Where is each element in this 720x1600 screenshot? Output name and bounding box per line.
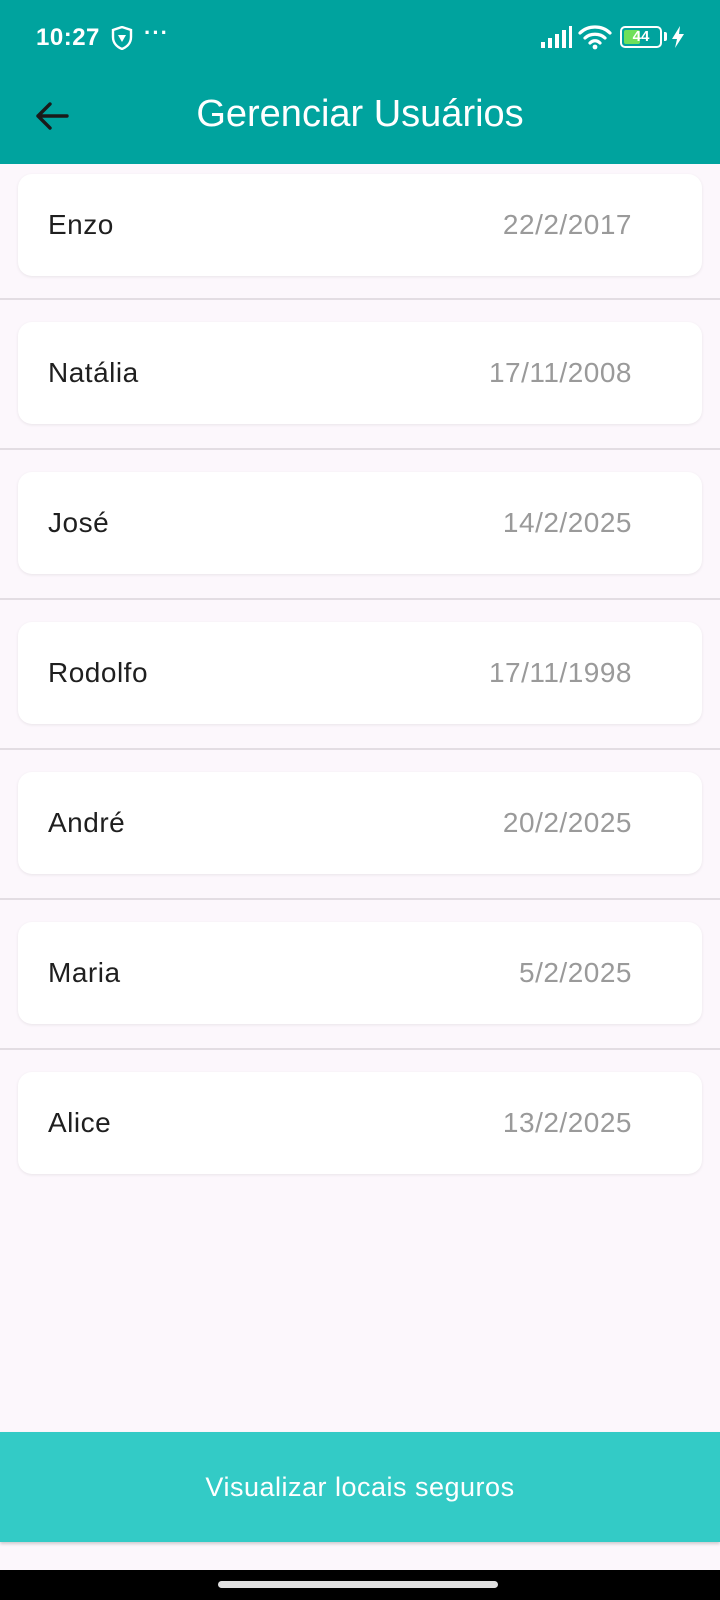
user-date: 17/11/1998 (488, 657, 632, 688)
page-title: Gerenciar Usuários (196, 93, 524, 135)
user-card-alice[interactable]: Alice 13/2/2025 (18, 1072, 702, 1174)
user-date: 20/2/2025 (502, 807, 632, 838)
user-date: 5/2/2025 (519, 957, 632, 988)
user-card-andre[interactable]: André 20/2/2025 (18, 772, 702, 874)
user-card-natalia[interactable]: Natália 17/11/2008 (18, 322, 702, 424)
more-notifications-icon: ··· (144, 20, 169, 45)
charging-icon (672, 26, 684, 48)
signal-icon (541, 26, 572, 48)
user-card-jose[interactable]: José 14/2/2025 (18, 472, 702, 574)
user-date: 17/11/2008 (488, 357, 632, 388)
user-date: 14/2/2025 (502, 507, 632, 538)
user-name: André (48, 807, 126, 838)
list-item: José 14/2/2025 (0, 450, 720, 600)
battery-icon: 44 (620, 26, 662, 48)
user-name: Rodolfo (48, 657, 149, 688)
user-date: 13/2/2025 (502, 1107, 632, 1138)
battery-level: 44 (632, 28, 650, 45)
battery-tip (664, 32, 667, 41)
list-item: Maria 5/2/2025 (0, 900, 720, 1050)
wifi-icon (578, 25, 612, 50)
list-item: Natália 17/11/2008 (0, 300, 720, 450)
user-name: Alice (48, 1107, 112, 1138)
user-name: Maria (48, 957, 121, 988)
navigation-bar (0, 1570, 720, 1600)
user-name: Natália (48, 357, 139, 388)
user-card-rodolfo[interactable]: Rodolfo 17/11/1998 (18, 622, 702, 724)
status-bar: 10:27 ··· 44 (0, 0, 720, 76)
user-card-enzo[interactable]: Enzo 22/2/2017 (18, 174, 702, 276)
list-item: André 20/2/2025 (0, 750, 720, 900)
list-item: Enzo 22/2/2017 (0, 164, 720, 300)
user-list: Enzo 22/2/2017 Natália 17/11/2008 José 1… (0, 164, 720, 1200)
user-card-maria[interactable]: Maria 5/2/2025 (18, 922, 702, 1024)
status-time: 10:27 (36, 24, 100, 51)
shield-icon (111, 26, 133, 50)
home-gesture-handle[interactable] (218, 1581, 498, 1588)
list-item: Rodolfo 17/11/1998 (0, 600, 720, 750)
user-name: José (48, 507, 110, 538)
list-item: Alice 13/2/2025 (0, 1050, 720, 1200)
screen: 10:27 ··· 44 Gerenciar Usuários Enzo 22/… (0, 0, 720, 1600)
header: 10:27 ··· 44 Gerenciar Usuários (0, 0, 720, 164)
user-name: Enzo (48, 209, 114, 240)
app-bar: Gerenciar Usuários (0, 76, 720, 164)
view-safe-places-button[interactable]: Visualizar locais seguros (0, 1432, 720, 1542)
user-date: 22/2/2017 (502, 209, 632, 240)
